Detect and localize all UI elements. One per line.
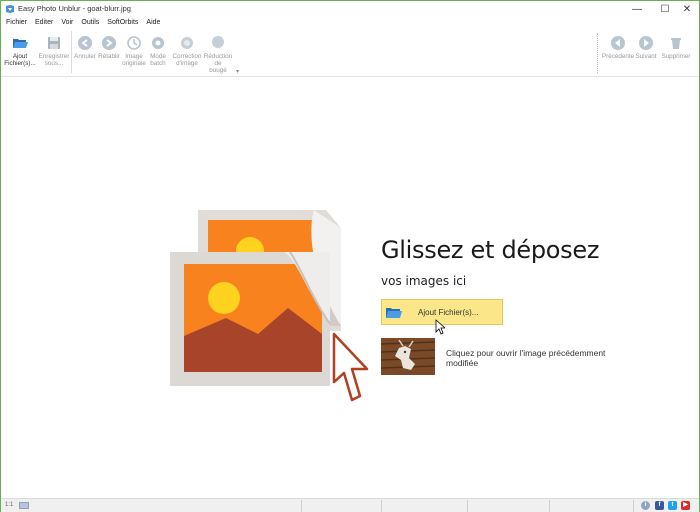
gear-icon <box>152 37 164 49</box>
toolbar-overflow-icon[interactable]: ▾ <box>236 68 239 75</box>
recent-image-thumbnail[interactable] <box>381 338 435 375</box>
redo-icon <box>102 36 116 50</box>
menu-bar: Fichier Editer Voir Outils SoftOrbits Ai… <box>1 17 699 29</box>
close-button[interactable]: ✕ <box>673 1 700 17</box>
toolbar-separator <box>71 31 72 73</box>
image-correction-label: Correction d'image <box>172 53 202 67</box>
redo-button[interactable]: Rétablir <box>97 31 121 75</box>
menu-aide[interactable]: Aide <box>146 17 160 29</box>
youtube-icon[interactable]: ▶ <box>681 501 690 510</box>
batch-mode-label: Mode batch <box>150 53 166 67</box>
drop-illustration[interactable] <box>166 206 371 406</box>
history-icon <box>127 36 141 50</box>
previous-button[interactable]: Précédente <box>602 31 634 75</box>
correction-icon <box>181 37 193 49</box>
drop-subtitle: vos images ici <box>381 274 467 288</box>
previous-icon <box>611 36 625 50</box>
window-title: Easy Photo Unblur - goat-blurr.jpg <box>18 4 131 13</box>
mouse-cursor-icon <box>435 319 445 335</box>
save-as-label: Enregistrer sous... <box>38 53 70 67</box>
app-window: Easy Photo Unblur - goat-blurr.jpg — ☐ ✕… <box>0 0 700 512</box>
zoom-level: 1:1 <box>5 502 14 508</box>
twitter-icon[interactable]: t <box>668 501 677 510</box>
recent-image-link[interactable]: Cliquez pour ouvrir l'image précédemment… <box>446 348 636 368</box>
status-divider <box>301 500 302 512</box>
facebook-icon[interactable]: f <box>655 501 664 510</box>
add-files-main-label: Ajout Fichier(s)... <box>418 308 479 317</box>
toolbar-grip <box>597 33 599 73</box>
save-icon <box>48 37 60 49</box>
next-icon <box>639 36 653 50</box>
save-as-button[interactable]: Enregistrer sous... <box>37 31 71 75</box>
menu-voir[interactable]: Voir <box>61 17 73 29</box>
original-image-label: Image originale <box>122 53 146 67</box>
info-icon[interactable]: i <box>641 501 650 510</box>
blur-icon <box>212 36 224 48</box>
status-divider <box>549 500 550 512</box>
undo-icon <box>78 36 92 50</box>
trash-icon <box>671 38 681 49</box>
add-files-label: Ajout Fichier(s)... <box>4 53 36 67</box>
image-correction-button[interactable]: Correction d'image <box>171 31 203 75</box>
status-bar: 1:1 i f t ▶ <box>1 498 699 512</box>
menu-fichier[interactable]: Fichier <box>6 17 27 29</box>
open-folder-icon <box>13 39 28 48</box>
toolbar: Ajout Fichier(s)... Enregistrer sous... … <box>1 29 699 77</box>
shake-reduction-label: Réduction de bougé <box>203 53 233 74</box>
next-button[interactable]: Suivant <box>634 31 658 75</box>
redo-label: Rétablir <box>98 53 120 60</box>
previous-label: Précédente <box>601 53 635 60</box>
status-divider <box>633 500 634 512</box>
add-files-button[interactable]: Ajout Fichier(s)... <box>4 31 36 75</box>
folder-icon <box>386 308 402 318</box>
status-divider <box>467 500 468 512</box>
original-image-button[interactable]: Image originale <box>121 31 147 75</box>
title-bar: Easy Photo Unblur - goat-blurr.jpg — ☐ ✕ <box>1 1 699 17</box>
minimize-button[interactable]: — <box>623 1 651 17</box>
undo-label: Annuler <box>74 53 96 60</box>
delete-label: Supprimer <box>661 53 691 60</box>
status-divider <box>381 500 382 512</box>
batch-mode-button[interactable]: Mode batch <box>147 31 169 75</box>
delete-button[interactable]: Supprimer <box>659 31 693 75</box>
next-label: Suivant <box>635 53 657 60</box>
menu-outils[interactable]: Outils <box>81 17 99 29</box>
shake-reduction-button[interactable]: Réduction de bougé <box>203 31 233 75</box>
menu-editer[interactable]: Editer <box>35 17 53 29</box>
menu-softorbits[interactable]: SoftOrbits <box>107 17 138 29</box>
drop-title: Glissez et déposez <box>381 236 600 264</box>
undo-button[interactable]: Annuler <box>73 31 97 75</box>
app-logo-icon <box>5 4 15 14</box>
zoom-slider[interactable] <box>19 502 29 509</box>
